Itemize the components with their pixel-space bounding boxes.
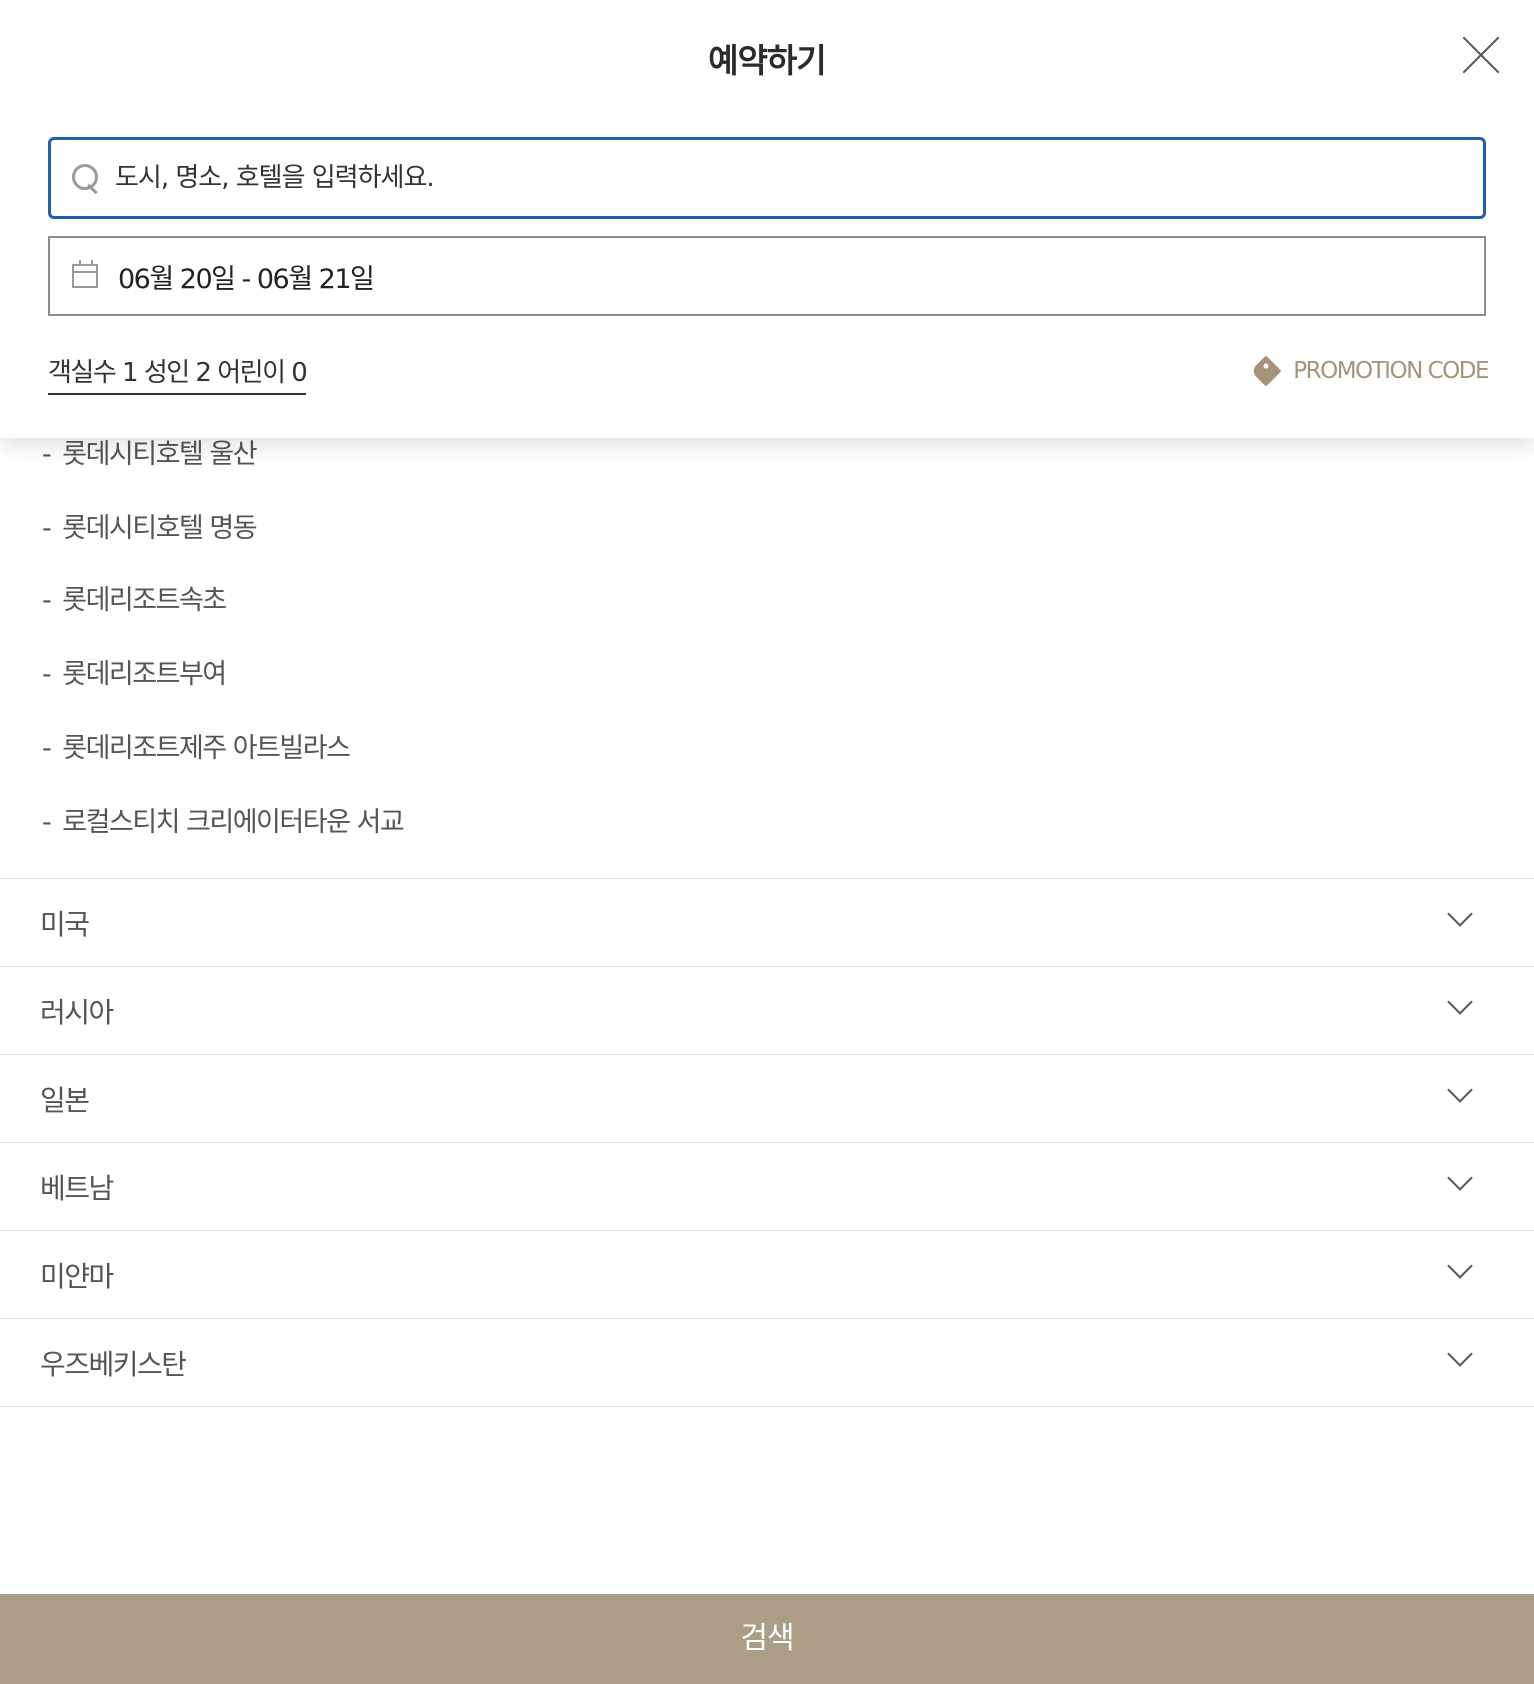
guest-selector[interactable]: 객실수 1 성인 2 어린이 0 [48, 352, 308, 395]
country-row-uzbekistan[interactable]: 우즈베키스탄 [0, 1319, 1534, 1407]
booking-header: 예약하기 06월 20일 - 06월 21일 객실수 1 성인 2 어린이 0 … [0, 0, 1534, 438]
hotel-name: 로컬스티치 크리에이터타운 서교 [62, 807, 404, 838]
date-range-text: 06월 20일 - 06월 21일 [118, 263, 375, 295]
close-icon[interactable] [1460, 34, 1502, 76]
hotel-item[interactable]: - 롯데리조트부여 [42, 652, 227, 691]
hotel-item[interactable]: - 로컬스티치 크리에이터타운 서교 [42, 800, 405, 839]
chevron-down-icon [1447, 901, 1473, 927]
country-name: 미얀마 [40, 1260, 114, 1293]
list-dash: - [42, 659, 52, 690]
list-dash: - [42, 513, 52, 544]
chevron-down-icon [1447, 1077, 1473, 1103]
country-name: 미국 [40, 908, 90, 941]
list-dash: - [42, 807, 52, 838]
hotel-name: 롯데시티호텔 울산 [62, 439, 257, 470]
promotion-code-label: PROMOTION CODE [1293, 358, 1489, 384]
modal-title: 예약하기 [708, 41, 826, 80]
hotel-item[interactable]: - 롯데리조트속초 [42, 578, 227, 617]
country-name: 일본 [40, 1084, 90, 1117]
search-icon [69, 161, 103, 195]
country-row-myanmar[interactable]: 미얀마 [0, 1231, 1534, 1319]
country-row-vietnam[interactable]: 베트남 [0, 1143, 1534, 1231]
hotel-item[interactable]: - 롯데시티호텔 명동 [42, 506, 258, 545]
country-row-russia[interactable]: 러시아 [0, 967, 1534, 1055]
list-dash: - [42, 439, 52, 470]
chevron-down-icon [1447, 989, 1473, 1015]
country-row-usa[interactable]: 미국 [0, 879, 1534, 967]
chevron-down-icon [1447, 1341, 1473, 1367]
country-name: 우즈베키스탄 [40, 1348, 187, 1381]
hotel-name: 롯데리조트부여 [62, 659, 227, 690]
hotel-name: 롯데시티호텔 명동 [62, 513, 257, 544]
list-dash: - [42, 585, 52, 616]
chevron-down-icon [1447, 1165, 1473, 1191]
country-name: 베트남 [40, 1172, 114, 1205]
calendar-icon [72, 260, 98, 288]
hotel-name: 롯데리조트속초 [62, 585, 227, 616]
date-range-field[interactable]: 06월 20일 - 06월 21일 [48, 236, 1486, 316]
country-name: 러시아 [40, 996, 114, 1029]
chevron-down-icon [1447, 1253, 1473, 1279]
search-button[interactable]: 검색 [0, 1594, 1534, 1684]
hotel-name: 롯데리조트제주 아트빌라스 [62, 733, 351, 764]
tag-icon [1250, 355, 1282, 387]
list-dash: - [42, 733, 52, 764]
destination-search-field[interactable] [48, 137, 1486, 219]
destination-search-input[interactable] [115, 148, 1483, 208]
hotel-item[interactable]: - 롯데리조트제주 아트빌라스 [42, 726, 351, 765]
country-row-japan[interactable]: 일본 [0, 1055, 1534, 1143]
promotion-code-button[interactable]: PROMOTION CODE [1250, 355, 1489, 387]
country-accordion: 미국 러시아 일본 베트남 미얀마 우즈베키스탄 [0, 878, 1534, 1407]
